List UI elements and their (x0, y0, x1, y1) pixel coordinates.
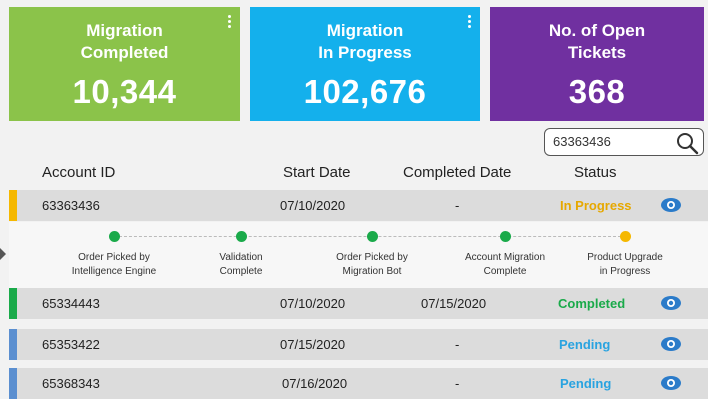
table-row[interactable]: 63363436 07/10/2020 - In Progress (9, 190, 708, 221)
kpi-value: 368 (568, 73, 626, 110)
eye-icon[interactable] (660, 196, 682, 214)
completed-date: - (455, 198, 460, 213)
kpi-title: No. of Open Tickets (548, 21, 646, 62)
table-row[interactable]: 65353422 07/15/2020 - Pending (9, 329, 708, 360)
timeline-step-dot (367, 231, 378, 242)
header-start-date: Start Date (283, 164, 351, 181)
start-date: 07/16/2020 (282, 376, 348, 391)
start-date: 07/15/2020 (280, 337, 346, 352)
timeline-step-label: Order Picked by Intelligence Engine (71, 252, 157, 277)
account-id: 65368343 (42, 376, 100, 391)
header-account-id: Account ID (42, 164, 116, 181)
magnifier-icon[interactable] (675, 131, 699, 155)
timeline-step-dot (500, 231, 511, 242)
status-badge: In Progress (560, 198, 632, 213)
header-status: Status (574, 164, 617, 181)
timeline-step-label: Account Migration Complete (464, 252, 546, 277)
status-bar (9, 288, 17, 319)
migration-progress-timeline: Order Picked by Intelligence Engine Vali… (9, 222, 708, 288)
completed-date: - (455, 337, 460, 352)
start-date: 07/10/2020 (280, 198, 346, 213)
kpi-card-open-tickets[interactable]: No. of Open Tickets 368 (490, 7, 704, 121)
expand-arrow-icon[interactable] (0, 248, 6, 260)
search-input[interactable] (553, 134, 671, 149)
eye-icon[interactable] (660, 335, 682, 353)
account-id: 65353422 (42, 337, 100, 352)
timeline-step-label: Product Upgrade in Progress (587, 252, 663, 277)
kpi-title: Migration In Progress (318, 21, 412, 62)
timeline-step-dot (620, 231, 631, 242)
header-completed-date: Completed Date (403, 164, 512, 181)
kpi-value: 102,676 (303, 73, 427, 110)
timeline-step-dot (109, 231, 120, 242)
kpi-value: 10,344 (72, 73, 177, 110)
status-bar (9, 190, 17, 221)
timeline-step-label: Order Picked by Migration Bot (336, 252, 408, 277)
search-box[interactable] (544, 128, 704, 156)
table-row[interactable]: 65334443 07/10/2020 07/15/2020 Completed (9, 288, 708, 319)
completed-date: 07/15/2020 (421, 296, 487, 311)
timeline-step-label: Validation Complete (219, 252, 263, 277)
kpi-title: Migration Completed (80, 21, 169, 62)
start-date: 07/10/2020 (280, 296, 346, 311)
account-id: 65334443 (42, 296, 100, 311)
eye-icon[interactable] (660, 294, 682, 312)
table-row[interactable]: 65368343 07/16/2020 - Pending (9, 368, 708, 399)
status-badge: Pending (559, 337, 611, 352)
kpi-card-migration-in-progress[interactable]: Migration In Progress 102,676 (250, 7, 480, 121)
more-options-icon[interactable] (468, 15, 472, 30)
timeline-step-dot (236, 231, 247, 242)
eye-icon[interactable] (660, 374, 682, 392)
more-options-icon[interactable] (228, 15, 232, 30)
status-bar (9, 329, 17, 360)
account-id: 63363436 (42, 198, 100, 213)
status-badge: Pending (560, 376, 612, 391)
kpi-card-migration-completed[interactable]: Migration Completed 10,344 (9, 7, 240, 121)
status-badge: Completed (558, 296, 626, 311)
status-bar (9, 368, 17, 399)
completed-date: - (455, 376, 460, 391)
